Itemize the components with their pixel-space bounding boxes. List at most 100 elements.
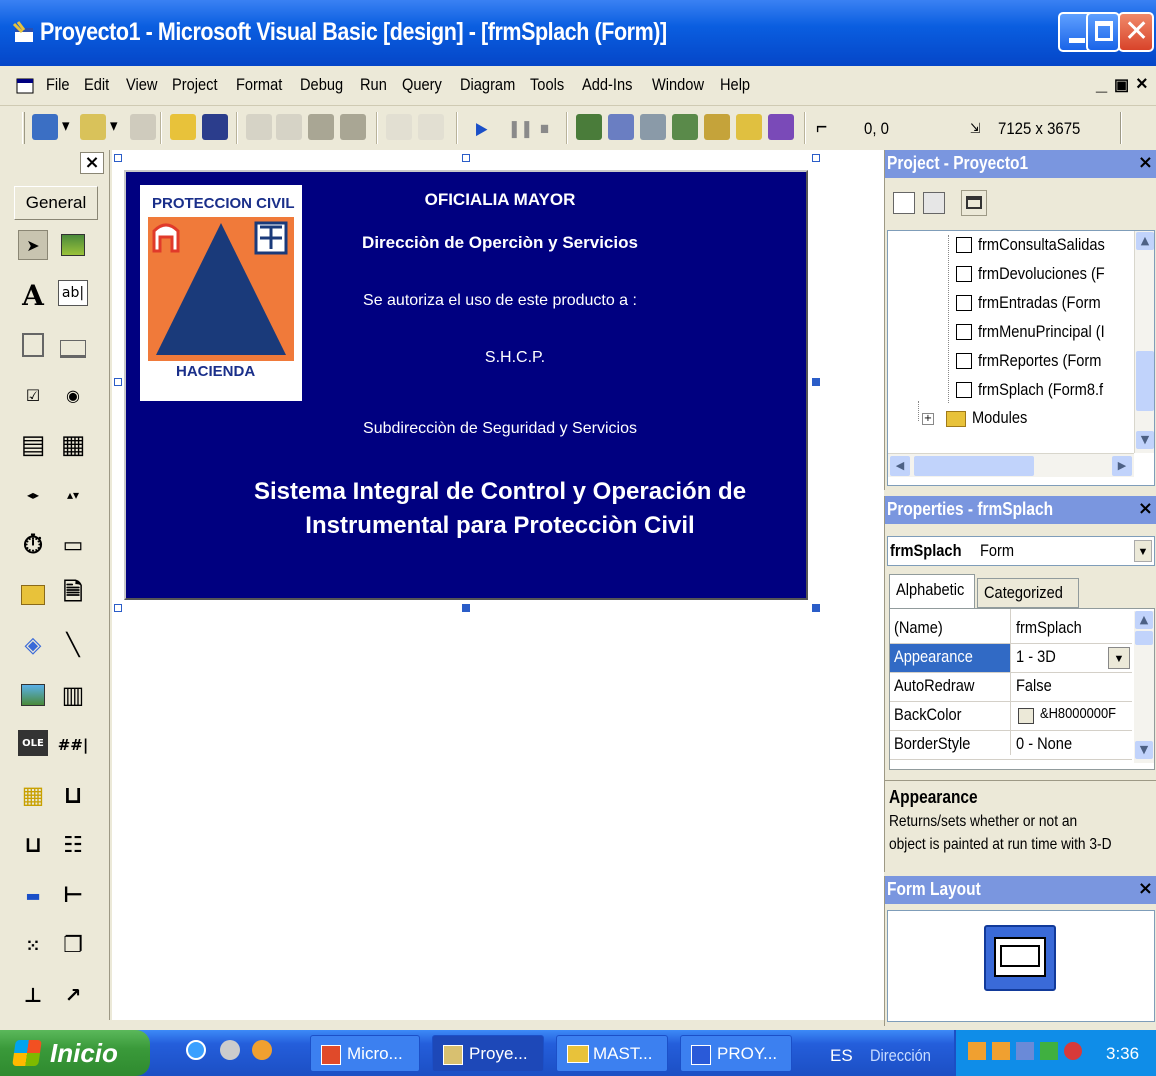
tray-icon[interactable] (1016, 1042, 1034, 1060)
property-grid[interactable]: (Name) frmSplach Appearance 1 - 3D ▼ Aut… (889, 608, 1155, 770)
chevron-down-icon[interactable]: ▼ (1134, 540, 1152, 562)
vertical-scrollbar[interactable]: ▲ ▼ (1134, 611, 1154, 763)
menu-format[interactable]: Format (236, 75, 282, 95)
vscrollbar-icon[interactable]: ▴▾ (58, 480, 88, 510)
checkbox-icon[interactable]: ☑ (18, 380, 48, 410)
vertical-scrollbar[interactable]: ▲ ▼ (1134, 231, 1154, 453)
horizontal-scrollbar[interactable]: ◀ ▶ (888, 453, 1134, 477)
statusbar-icon[interactable]: ⊔ (18, 830, 48, 860)
maskededit-icon[interactable]: ##| (58, 730, 89, 760)
resize-handle[interactable] (812, 154, 820, 162)
project-tree[interactable]: frmConsultaSalidas frmDevoluciones (F fr… (887, 230, 1155, 486)
menu-query[interactable]: Query (402, 75, 442, 95)
treeview-icon[interactable]: ⊢ (58, 880, 88, 910)
scroll-right-icon[interactable]: ▶ (1112, 456, 1132, 476)
imagelist-icon[interactable]: ❐ (58, 930, 88, 960)
listview-icon[interactable]: ⁙ (18, 930, 48, 960)
properties-close-icon[interactable]: × (1138, 498, 1153, 519)
mdi-close-button[interactable]: × (1136, 73, 1148, 96)
line-icon[interactable]: ╲ (58, 630, 88, 660)
quick-launch-icon[interactable] (220, 1040, 240, 1060)
pause-icon[interactable]: ❚❚ (508, 119, 533, 139)
resize-handle[interactable] (812, 604, 820, 612)
mdi-restore-button[interactable]: ▣ (1114, 75, 1129, 95)
scroll-thumb[interactable] (1136, 351, 1154, 411)
timer-icon[interactable]: ⏱ (18, 530, 48, 560)
scroll-up-icon[interactable]: ▲ (1135, 611, 1153, 629)
menu-diagram[interactable]: Diagram (460, 75, 515, 95)
property-row[interactable]: BorderStyle 0 - None (890, 731, 1132, 760)
object-browser-icon[interactable] (672, 114, 698, 140)
property-row[interactable]: (Name) frmSplach (890, 615, 1132, 644)
task-button[interactable]: MAST... (556, 1035, 668, 1072)
add-form-icon[interactable] (80, 114, 106, 140)
tray-icon[interactable] (968, 1042, 986, 1060)
menu-window[interactable]: Window (652, 75, 704, 95)
restore-button[interactable] (1086, 12, 1120, 52)
menu-project[interactable]: Project (172, 75, 218, 95)
component-manager-icon[interactable] (768, 114, 794, 140)
resize-handle[interactable] (812, 378, 820, 386)
chevron-down-icon[interactable]: ▼ (1108, 647, 1130, 669)
form-layout-close-icon[interactable]: × (1138, 878, 1153, 899)
view-object-icon[interactable] (923, 192, 945, 214)
resize-handle[interactable] (114, 604, 122, 612)
media-player-icon[interactable] (252, 1040, 272, 1060)
data-view-icon[interactable] (736, 114, 762, 140)
property-row[interactable]: AutoRedraw False (890, 673, 1132, 702)
start-button[interactable]: Inicio (0, 1030, 150, 1076)
tabstrip-icon[interactable]: ⊔ (58, 780, 88, 810)
scroll-down-icon[interactable]: ▼ (1135, 741, 1153, 759)
cut-icon[interactable] (246, 114, 272, 140)
scroll-thumb[interactable] (1135, 631, 1153, 645)
property-row-selected[interactable]: Appearance 1 - 3D ▼ (890, 644, 1132, 673)
dirlistbox-icon[interactable] (18, 580, 48, 610)
task-button-active[interactable]: Proye... (432, 1035, 544, 1072)
add-project-icon[interactable] (32, 114, 58, 140)
combobox-icon[interactable]: ▤ (18, 430, 48, 460)
paste-icon[interactable] (308, 114, 334, 140)
resize-handle[interactable] (462, 604, 470, 612)
redo-icon[interactable] (418, 114, 444, 140)
slider-icon[interactable]: ⊥ (18, 980, 48, 1010)
tab-categorized[interactable]: Categorized (977, 578, 1079, 608)
menu-addins[interactable]: Add-Ins (582, 75, 632, 95)
listbox-icon[interactable]: ▦ (58, 430, 88, 460)
frame-icon[interactable] (18, 330, 48, 360)
menu-edit[interactable]: Edit (84, 75, 109, 95)
title-bar[interactable]: Proyecto1 - Microsoft Visual Basic [desi… (0, 0, 1156, 66)
form-layout-preview[interactable] (887, 910, 1155, 1022)
tray-icon[interactable] (1040, 1042, 1058, 1060)
open-project-icon[interactable] (170, 114, 196, 140)
ie-icon[interactable] (186, 1040, 206, 1060)
address-toolbar[interactable]: Dirección (870, 1046, 931, 1066)
resize-handle[interactable] (114, 378, 122, 386)
hscrollbar-icon[interactable]: ◂▸ (18, 480, 48, 510)
antivirus-icon[interactable] (1064, 1042, 1082, 1060)
dropdown-arrow-icon[interactable]: ▾ (110, 116, 118, 136)
clock[interactable]: 3:36 (1106, 1044, 1139, 1064)
stop-icon[interactable]: ■ (540, 119, 549, 139)
toolbox-icon[interactable] (704, 114, 730, 140)
ole-icon[interactable]: OLE (18, 730, 48, 756)
menu-view[interactable]: View (126, 75, 157, 95)
tree-item[interactable]: frmEntradas (Form (978, 293, 1101, 313)
form-layout-icon[interactable] (640, 114, 666, 140)
expand-icon[interactable]: + (922, 413, 934, 425)
task-button[interactable]: Micro... (310, 1035, 420, 1072)
menu-debug[interactable]: Debug (300, 75, 343, 95)
tree-item[interactable]: frmConsultaSalidas (978, 235, 1105, 255)
pointer-icon[interactable]: ➤ (18, 230, 48, 260)
language-indicator[interactable]: ES (830, 1046, 853, 1066)
image-icon[interactable] (18, 680, 48, 710)
tree-item[interactable]: frmDevoluciones (F (978, 264, 1105, 284)
commandbutton-icon[interactable] (58, 330, 88, 360)
project-explorer-icon[interactable] (576, 114, 602, 140)
menu-help[interactable]: Help (720, 75, 750, 95)
tree-item-selected[interactable]: frmSplach (Form8.f (978, 380, 1103, 400)
close-button[interactable]: ✕ (1118, 12, 1154, 52)
chart-icon[interactable]: ↗ (58, 980, 88, 1010)
toggle-folders-icon[interactable] (961, 190, 987, 216)
toolbox-tab-general[interactable]: General (14, 186, 98, 220)
optionbutton-icon[interactable]: ◉ (58, 380, 88, 410)
